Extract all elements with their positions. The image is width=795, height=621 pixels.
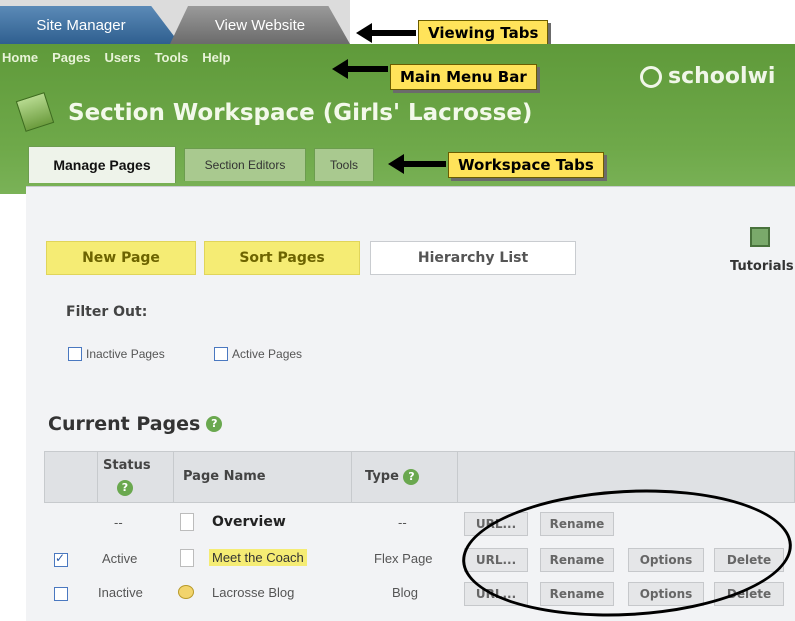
menu-tools[interactable]: Tools: [155, 50, 189, 70]
tab-view-website[interactable]: View Website: [170, 6, 350, 44]
page-name-header: Page Name: [183, 469, 266, 484]
row-type: Flex Page: [374, 551, 433, 566]
options-button[interactable]: Options: [628, 582, 704, 606]
screenshot: Site Manager View Website Viewing Tabs H…: [0, 0, 795, 621]
main-menu-bar: Home Pages Users Tools Help: [0, 50, 230, 70]
menu-help[interactable]: Help: [202, 50, 230, 70]
table-header: Status ? Page Name Type ?: [44, 451, 795, 503]
page-icon: [180, 549, 194, 567]
url-button[interactable]: URL...: [464, 582, 528, 606]
tab-section-editors[interactable]: Section Editors: [184, 148, 306, 181]
row-page-name[interactable]: Lacrosse Blog: [212, 585, 294, 600]
column-divider: [457, 452, 458, 502]
rename-button[interactable]: Rename: [540, 548, 614, 572]
workspace-icon: [15, 92, 55, 132]
row-type: --: [398, 515, 407, 530]
row-page-name[interactable]: Overview: [212, 514, 286, 530]
row-status: --: [114, 515, 123, 530]
brand-text: schoolwi: [668, 64, 776, 89]
row-checkbox[interactable]: [54, 587, 68, 601]
url-button[interactable]: URL...: [464, 548, 528, 572]
column-divider: [173, 452, 174, 502]
active-pages-checkbox[interactable]: [214, 347, 228, 361]
menu-pages[interactable]: Pages: [52, 50, 90, 70]
options-button[interactable]: Options: [628, 548, 704, 572]
current-pages-text: Current Pages: [48, 413, 201, 435]
page-icon: [180, 513, 194, 531]
tutorials-icon[interactable]: [750, 227, 770, 247]
callout-viewing-tabs: Viewing Tabs: [418, 20, 549, 46]
hierarchy-list-button[interactable]: Hierarchy List: [370, 241, 576, 275]
logo-icon: [640, 65, 662, 88]
row-type: Blog: [392, 585, 419, 600]
new-page-button[interactable]: New Page: [46, 241, 196, 275]
url-button[interactable]: URL...: [464, 512, 528, 536]
inactive-pages-label: Inactive Pages: [86, 347, 165, 361]
callout-main-menu-bar: Main Menu Bar: [390, 64, 537, 90]
workspace-title: Section Workspace (Girls' Lacrosse): [68, 100, 533, 126]
tutorials-label[interactable]: Tutorials: [730, 259, 794, 274]
menu-home[interactable]: Home: [2, 50, 38, 70]
manage-pages-panel: New Page Sort Pages Hierarchy List Tutor…: [26, 186, 795, 621]
tab-site-manager[interactable]: Site Manager: [0, 6, 180, 44]
rename-button[interactable]: Rename: [540, 582, 614, 606]
table-row: Inactive Lacrosse Blog Blog URL... Renam…: [44, 579, 795, 609]
viewing-tabs: Site Manager View Website: [0, 0, 350, 45]
row-page-name[interactable]: Meet the Coach: [209, 549, 307, 566]
arrow-left-icon: [356, 23, 416, 43]
type-header-text: Type: [365, 469, 399, 484]
tab-manage-pages[interactable]: Manage Pages: [28, 146, 176, 183]
rename-button[interactable]: Rename: [540, 512, 614, 536]
inactive-pages-checkbox[interactable]: [68, 347, 82, 361]
row-checkbox[interactable]: [54, 551, 68, 567]
type-header: Type ?: [365, 469, 420, 485]
tab-tools[interactable]: Tools: [314, 148, 374, 181]
row-status: Inactive: [98, 585, 143, 600]
active-pages-label: Active Pages: [232, 347, 303, 361]
brand-logo: schoolwi: [640, 64, 775, 89]
table-row: -- Overview -- URL... Rename: [44, 509, 795, 539]
delete-button[interactable]: Delete: [714, 582, 784, 606]
filter-label: Filter Out:: [66, 304, 148, 320]
arrow-left-icon: [388, 154, 446, 174]
delete-button[interactable]: Delete: [714, 548, 784, 572]
blog-icon: [178, 585, 194, 599]
menu-users[interactable]: Users: [104, 50, 140, 70]
callout-workspace-tabs: Workspace Tabs: [448, 152, 604, 178]
question-icon[interactable]: ?: [403, 469, 420, 485]
question-icon[interactable]: ?: [117, 480, 133, 496]
current-pages-title: Current Pages ?: [48, 413, 223, 435]
column-divider: [351, 452, 352, 502]
status-header: Status: [103, 458, 151, 473]
sort-pages-button[interactable]: Sort Pages: [204, 241, 360, 275]
column-divider: [97, 452, 98, 502]
arrow-left-icon: [332, 59, 388, 79]
question-icon[interactable]: ?: [206, 416, 223, 432]
table-row: Active Meet the Coach Flex Page URL... R…: [44, 545, 795, 575]
row-status: Active: [102, 551, 138, 566]
